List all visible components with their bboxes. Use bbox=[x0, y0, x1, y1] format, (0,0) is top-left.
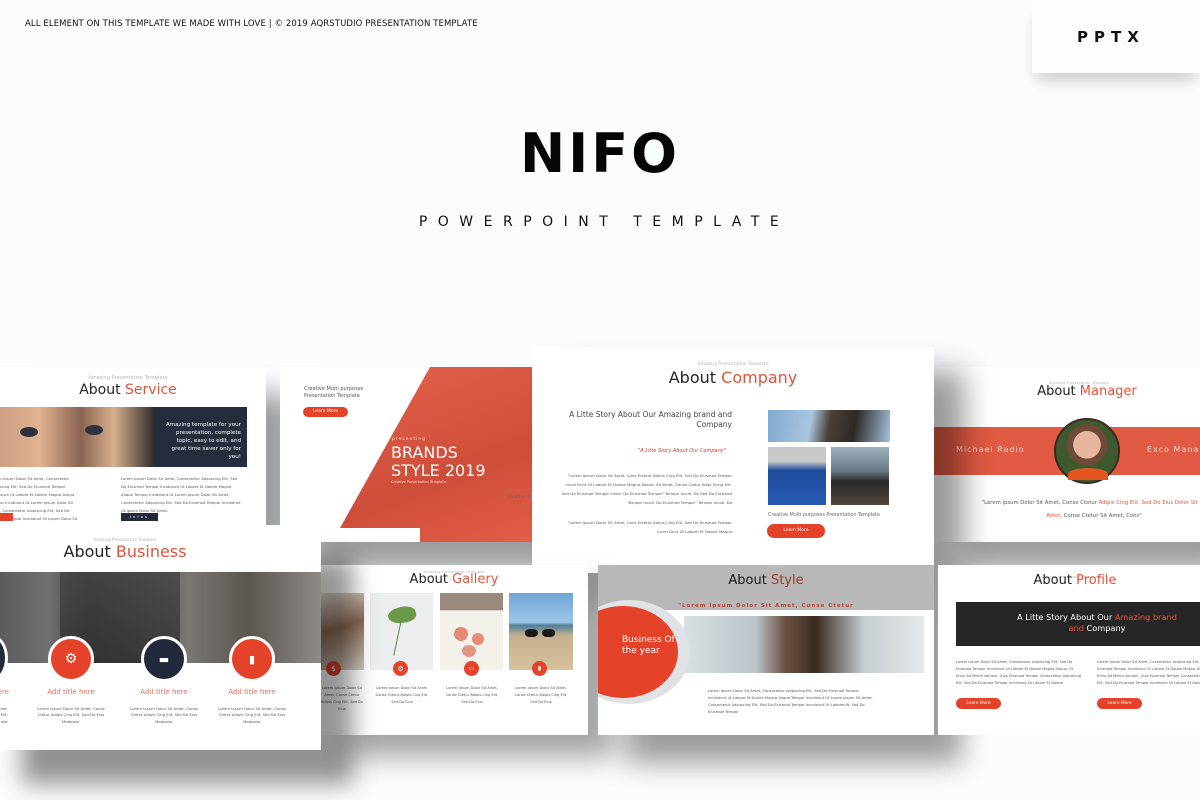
brands-learn-more-button[interactable]: Learn More bbox=[303, 407, 348, 417]
gears-icon: ⚙ bbox=[48, 636, 94, 682]
company-photo-city-man bbox=[831, 447, 889, 505]
business-item-title-4: Add title here bbox=[228, 688, 276, 696]
company-paragraph-2: "Lorem Ipsum Dolor Sit Amet, Cons Ectetu… bbox=[567, 520, 732, 534]
format-badge: PPTX bbox=[1032, 0, 1200, 73]
service-button-red[interactable] bbox=[0, 513, 13, 521]
profile-banner: A Litte Story About Our Amazing brand an… bbox=[956, 602, 1200, 646]
folder-icon: ▬ bbox=[141, 636, 187, 682]
business-item-text-2: Lorem Ipsum Dolor Sit Amet, Conse Ctetur… bbox=[37, 706, 105, 724]
slide-about-manager: Amazing Presentation Template About Mana… bbox=[934, 367, 1200, 542]
style-photo-bearded-man bbox=[684, 616, 924, 673]
slide-about-service: Amazing Presentation Template About Serv… bbox=[0, 367, 266, 527]
style-paragraph: Lorem Ipsum Dolor Sit Amet, Consectetur … bbox=[708, 689, 873, 714]
footer-credit-note: ALL ELEMENT ON THIS TEMPLATE WE MADE WIT… bbox=[25, 19, 478, 29]
woman-face-photo bbox=[0, 407, 155, 467]
bar-chart-icon: ▮ bbox=[229, 636, 275, 682]
gallery-photo-plant-figure bbox=[320, 593, 364, 670]
slide-about-business: Amazing Presentation Template About Busi… bbox=[0, 525, 321, 750]
manager-quote: "Lorem Ipsum Dolor Sit Amet, Conse Ctetu… bbox=[981, 500, 1200, 519]
style-tagline: "Lorem Ipsum Dolor Sit Amet, Conse Ctetu… bbox=[678, 603, 854, 609]
slide-about-company: Amazing Presentation Template About Comp… bbox=[532, 347, 934, 573]
company-paragraph-1: "Lorem Ipsum Dolor Sit Amet, Cons Ectetu… bbox=[561, 473, 732, 505]
gallery-text-3: Lorem Ipsum Dolor Sit Amet, Conse Ctetur… bbox=[445, 686, 499, 704]
business-item-text-3: Lorem Ipsum Dolor Sit Amet, Conse Ctetur… bbox=[130, 706, 198, 724]
business-item-text-4: Lorem Ipsum Dolor Sit Amet, Conse Ctetur… bbox=[218, 706, 286, 724]
product-subtitle: POWERPOINT TEMPLATE bbox=[418, 214, 790, 230]
business-item-title-2: Add title here bbox=[47, 688, 95, 696]
company-quote: "A Litte Story About Our Company" bbox=[637, 448, 726, 454]
company-photo-blue-man bbox=[768, 447, 826, 505]
profile-learn-more-button-right[interactable]: Learn More bbox=[1097, 698, 1142, 709]
service-infos-button[interactable]: infos bbox=[121, 513, 158, 521]
gallery-photo-leaf bbox=[370, 593, 433, 670]
bar-chart-icon: ▮ bbox=[532, 661, 547, 676]
profile-learn-more-button-left[interactable]: Learn More bbox=[956, 698, 1001, 709]
company-photo-couple bbox=[768, 410, 890, 442]
brands-side-text: Creative M bbox=[507, 495, 532, 500]
slide-title: About Business bbox=[63, 542, 187, 561]
brands-presenting-label: presenting bbox=[392, 437, 427, 442]
service-callout: Amazing template for your presentation, … bbox=[155, 407, 247, 467]
slide-title: About Manager bbox=[1037, 384, 1137, 399]
gears-icon: ⚙ bbox=[393, 661, 408, 676]
manager-name: Michael Radio bbox=[956, 445, 1025, 454]
gallery-photo-floral-painting bbox=[440, 593, 503, 670]
slide-kicker: Amazing Presentation Template bbox=[697, 362, 769, 367]
folder-icon: ▭ bbox=[464, 661, 479, 676]
slide-about-profile: Amazing Presentation Template About Prof… bbox=[938, 565, 1200, 735]
brands-tagline: Creative Multi purposes Presentation Tem… bbox=[304, 386, 364, 399]
brands-caption: Creative Presentation Template bbox=[391, 480, 446, 484]
company-caption: Creative Multi purposes Presentation Tem… bbox=[768, 513, 880, 518]
gallery-photo-sunglasses-beach bbox=[509, 593, 573, 670]
format-badge-label: PPTX bbox=[1077, 28, 1145, 46]
money-bag-icon: $ bbox=[326, 661, 341, 676]
business-item-title-1: here bbox=[0, 688, 9, 696]
company-story-heading: A Litte Story About Our Amazing brand an… bbox=[569, 410, 732, 429]
gallery-text-4: Lorem Ipsum Dolor Sit Amet, Conse Ctetur… bbox=[514, 686, 568, 704]
profile-paragraph-left: Lorem Ipsum Dolor Sit Amet, Consectetur … bbox=[956, 660, 1082, 685]
brands-headline: BRANDS STYLE 2019 bbox=[391, 443, 486, 480]
slide-title: About Company bbox=[668, 368, 798, 387]
slide-title: About Gallery bbox=[409, 572, 499, 587]
gallery-text-1: Lorem Ipsum Dolor Sit Amet, Conse Ctetur… bbox=[320, 686, 364, 711]
slide-title: About Service bbox=[79, 382, 177, 398]
gallery-text-2: Lorem Ipsum Dolor Sit Amet, Conse Ctetur… bbox=[375, 686, 429, 704]
slide-brands-style: Creative Multi purposes Presentation Tem… bbox=[280, 367, 540, 542]
profile-paragraph-right: Lorem Ipsum Dolor Sit Amet, Consectetur … bbox=[1097, 660, 1200, 685]
service-paragraph-right: Lorem Ipsum Dolor Sit Amet, Consectetur … bbox=[121, 476, 241, 513]
style-badge-text: Business Of the year bbox=[622, 635, 675, 656]
slide-about-style: About Style "Lorem Ipsum Dolor Sit Amet,… bbox=[598, 565, 934, 735]
slide-title: About Profile bbox=[1033, 573, 1117, 588]
business-item-text-1: Amet, Cing Elit, olor bbox=[0, 706, 8, 724]
company-learn-more-button[interactable]: Learn More bbox=[767, 524, 825, 538]
slide-kicker: Amazing Presentation Template bbox=[88, 375, 168, 381]
business-item-title-3: Add title here bbox=[140, 688, 188, 696]
slide-about-gallery: Amazing Presentation Template About Gall… bbox=[320, 565, 588, 735]
product-title: NIFO bbox=[519, 122, 681, 185]
manager-role: Exco Mana bbox=[1147, 445, 1200, 454]
manager-avatar bbox=[1054, 418, 1120, 484]
